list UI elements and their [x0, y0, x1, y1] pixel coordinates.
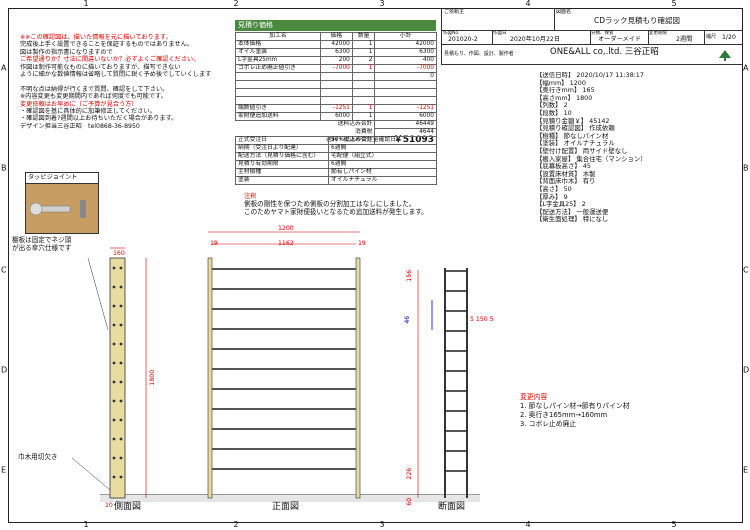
- section-shelf: [446, 270, 466, 272]
- screw-hole: [112, 304, 116, 308]
- shelf-board: [212, 408, 356, 410]
- screw-hole: [119, 418, 123, 422]
- section-shelf: [446, 470, 466, 472]
- section-shelf: [446, 310, 466, 312]
- screw-hole: [119, 437, 123, 441]
- screw-hole: [119, 285, 123, 289]
- section-shelf: [446, 410, 466, 412]
- front-view: [207, 231, 361, 499]
- screw-hole: [119, 380, 123, 384]
- screw-hole: [119, 304, 123, 308]
- section-shelf: [446, 330, 466, 332]
- section-shelf: [446, 450, 466, 452]
- shelf-board: [212, 268, 356, 270]
- screw-hole: [119, 323, 123, 327]
- screw-hole: [112, 266, 116, 270]
- shelf-board: [212, 288, 356, 290]
- section-shelf: [446, 390, 466, 392]
- section-shelf: [446, 370, 466, 372]
- section-shelf: [446, 430, 466, 432]
- screw-hole: [112, 399, 116, 403]
- shelf-board: [212, 428, 356, 430]
- cutout-note: 巾木用切欠き: [18, 453, 58, 461]
- screw-hole: [119, 456, 123, 460]
- section-shelf: [446, 290, 466, 292]
- screw-hole: [119, 342, 123, 346]
- screw-hole: [112, 418, 116, 422]
- section-view-label: 断面図: [438, 502, 466, 512]
- screw-hole: [112, 342, 116, 346]
- screw-hole: [119, 475, 123, 479]
- screw-hole: [112, 437, 116, 441]
- fixed-shelf-note: 棚板は固定でネジ頭 が出る傘穴仕様です: [12, 236, 72, 252]
- screw-hole: [112, 285, 116, 289]
- shelf-board: [212, 348, 356, 350]
- side-view: [109, 247, 147, 499]
- screw-hole: [119, 361, 123, 365]
- screw-hole: [112, 361, 116, 365]
- screw-hole: [112, 323, 116, 327]
- screw-hole: [119, 399, 123, 403]
- section-shelf: [446, 350, 466, 352]
- shelf-board: [212, 448, 356, 450]
- screw-hole: [119, 266, 123, 270]
- shelf-board: [212, 468, 356, 470]
- shelf-board: [212, 308, 356, 310]
- screw-hole: [112, 456, 116, 460]
- screw-hole: [112, 380, 116, 384]
- section-view: [417, 268, 468, 498]
- shelf-board: [212, 388, 356, 390]
- shelf-board: [212, 328, 356, 330]
- screw-hole: [112, 475, 116, 479]
- shelf-board: [212, 368, 356, 370]
- side-view-label: 側面図: [114, 502, 142, 512]
- drawing-views: [71, 231, 480, 502]
- front-view-label: 正面図: [272, 502, 300, 512]
